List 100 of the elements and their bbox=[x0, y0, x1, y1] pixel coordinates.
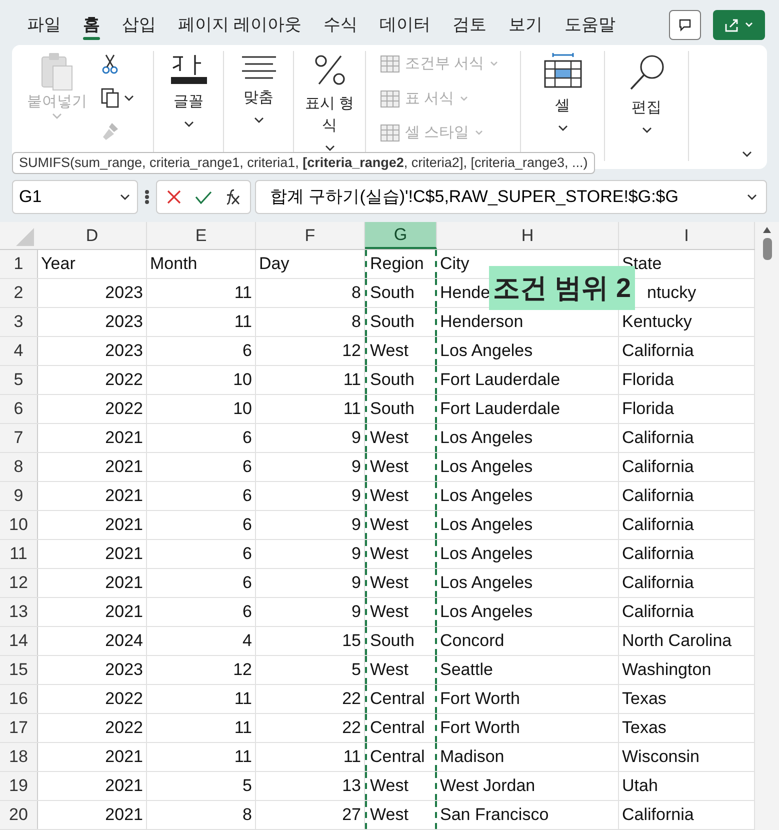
cell-text: Los Angeles bbox=[440, 543, 533, 566]
cell-text: 10 bbox=[233, 398, 252, 420]
cell-text: 11 bbox=[234, 746, 252, 768]
cell-text: 2021 bbox=[105, 514, 143, 536]
cell-text: South bbox=[370, 630, 414, 652]
cell-text: Fort Worth bbox=[440, 688, 520, 710]
cell-text: Year bbox=[41, 253, 76, 276]
cell-text: 11 bbox=[234, 717, 252, 740]
cell-text: 9 bbox=[352, 572, 361, 594]
cell-text: 2021 bbox=[105, 746, 143, 768]
cell-text: 2021 bbox=[105, 427, 143, 450]
cell-text: 2022 bbox=[105, 398, 143, 420]
cell-text: 6 bbox=[242, 427, 252, 450]
cell-text: 2023 bbox=[105, 659, 143, 682]
cell-text: 11 bbox=[343, 746, 361, 768]
cell-text: 2023 bbox=[105, 282, 143, 304]
cell-text: West bbox=[370, 340, 408, 362]
cell-text: Concord bbox=[440, 630, 504, 652]
cell-text: Wisconsin bbox=[622, 746, 700, 768]
cell-text: Region bbox=[370, 253, 424, 276]
cell-text: Madison bbox=[440, 746, 504, 768]
cell-text: West Jordan bbox=[440, 775, 536, 798]
cell-text: California bbox=[622, 514, 694, 536]
cell-text: 9 bbox=[352, 601, 361, 624]
cell-text: West bbox=[370, 659, 408, 682]
function-tooltip: SUMIFS(sum_range, criteria_range1, criteria1, [criteria_range2, criteria2], [criteria_range3, ...) bbox=[12, 152, 595, 174]
cell-text: 6 bbox=[242, 601, 252, 624]
cell-text: Los Angeles bbox=[440, 485, 533, 508]
cell-text: Los Angeles bbox=[440, 572, 533, 594]
cell-text: West bbox=[370, 601, 408, 624]
cell-text: 2021 bbox=[105, 456, 143, 478]
cell-text: 27 bbox=[342, 804, 361, 826]
cell-text: South bbox=[370, 398, 414, 420]
cell-text: 2021 bbox=[105, 485, 143, 508]
cell-text: Central bbox=[370, 746, 425, 768]
cell-text: West bbox=[370, 514, 408, 536]
cell-text: Fort Lauderdale bbox=[440, 369, 560, 392]
cell-text: 2022 bbox=[105, 369, 143, 392]
cell-text: Texas bbox=[622, 688, 666, 710]
cell-text: 6 bbox=[242, 514, 252, 536]
cell-text: West bbox=[370, 572, 408, 594]
cell-text: 9 bbox=[352, 514, 361, 536]
cell-text: Los Angeles bbox=[440, 427, 533, 450]
cell-text: 2023 bbox=[105, 311, 143, 334]
cell-text: 22 bbox=[342, 717, 361, 740]
cell-text: California bbox=[622, 485, 694, 508]
cell-text: 5 bbox=[242, 775, 252, 798]
cell-text: California bbox=[622, 456, 694, 478]
cell-text: West bbox=[370, 485, 408, 508]
cell-text: 2024 bbox=[105, 630, 143, 652]
cell-text: 12 bbox=[342, 340, 361, 362]
cell-text: 2022 bbox=[105, 688, 143, 710]
cell-text: Hende bbox=[440, 282, 490, 304]
cell-text: 8 bbox=[352, 282, 361, 304]
cell-text: 9 bbox=[352, 543, 361, 566]
cell-text: 5 bbox=[352, 659, 361, 682]
cell-text: 11 bbox=[234, 311, 252, 334]
cell-text: California bbox=[622, 572, 694, 594]
cell-text: 2021 bbox=[105, 804, 143, 826]
cell-text: Los Angeles bbox=[440, 514, 533, 536]
cell-text: West bbox=[370, 543, 408, 566]
cell-text: 10 bbox=[233, 369, 252, 392]
cell-text: 11 bbox=[234, 282, 252, 304]
cell-text: Central bbox=[370, 717, 425, 740]
cell-text: Fort Lauderdale bbox=[440, 398, 560, 420]
cell-text: 4 bbox=[242, 630, 252, 652]
cell-text: Central bbox=[370, 688, 425, 710]
cell-text: 2023 bbox=[105, 340, 143, 362]
cell-text: 9 bbox=[352, 427, 361, 450]
cell-text: 2021 bbox=[105, 601, 143, 624]
cell-text: North Carolina bbox=[622, 630, 732, 652]
cell-text: 12 bbox=[233, 659, 252, 682]
cell-text: Month bbox=[150, 253, 198, 276]
cell-text: Los Angeles bbox=[440, 456, 533, 478]
cell-text: 11 bbox=[343, 398, 361, 420]
cell-text: 11 bbox=[343, 369, 361, 392]
cell-text: West bbox=[370, 427, 408, 450]
cell-text: 13 bbox=[342, 775, 361, 798]
callout-label: 조건 범위 2 bbox=[489, 266, 636, 310]
cell-text: California bbox=[622, 804, 694, 826]
cell-text: Florida bbox=[622, 369, 674, 392]
cell-text: 2021 bbox=[105, 543, 143, 566]
cell-text: 2022 bbox=[105, 717, 143, 740]
cell-text: 6 bbox=[242, 340, 252, 362]
cell-text: City bbox=[440, 253, 470, 276]
cell-text: San Francisco bbox=[440, 804, 549, 826]
cell-text: 6 bbox=[242, 543, 252, 566]
cell-text: California bbox=[622, 601, 694, 624]
cell-text: 2021 bbox=[105, 572, 143, 594]
cell-text: 8 bbox=[242, 804, 252, 826]
cell-text: 9 bbox=[352, 485, 361, 508]
cell-text: Washington bbox=[622, 659, 712, 682]
cell-text: Texas bbox=[622, 717, 666, 740]
cell-text: West bbox=[370, 804, 408, 826]
cell-text: Day bbox=[259, 253, 290, 276]
cell-text: South bbox=[370, 311, 414, 334]
cell-text: Henderson bbox=[440, 311, 524, 334]
cell-text: West bbox=[370, 456, 408, 478]
cell-text: Los Angeles bbox=[440, 601, 533, 624]
cell-text: Utah bbox=[622, 775, 658, 798]
